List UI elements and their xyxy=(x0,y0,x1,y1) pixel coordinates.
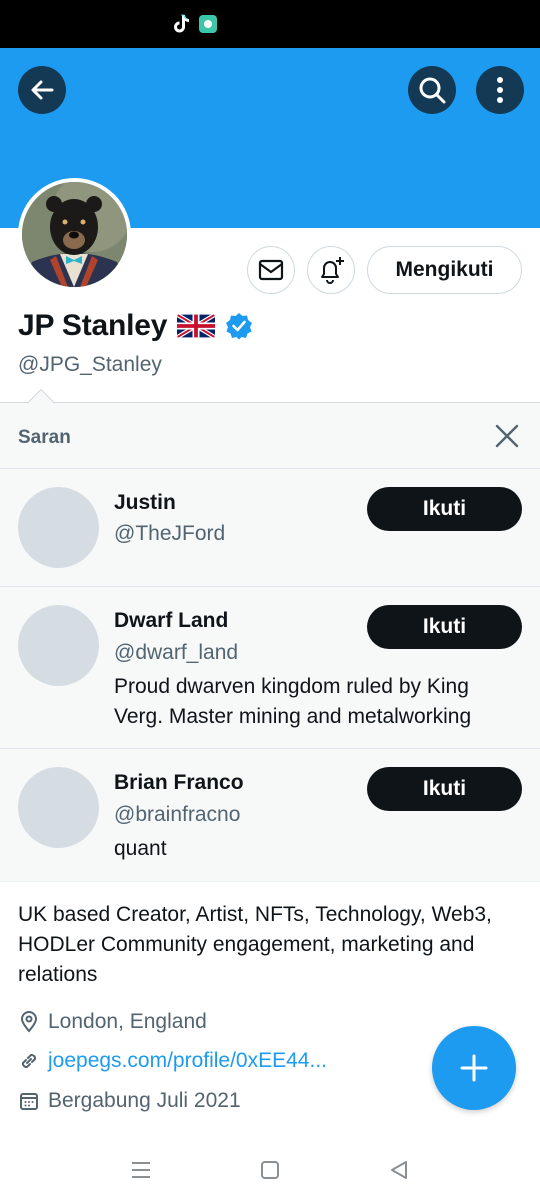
suggestion-bio-brian-franco: quant xyxy=(114,837,167,860)
menu-lines-icon xyxy=(132,1162,150,1178)
uk-flag-icon xyxy=(177,314,216,338)
suggestion-name-dwarf-land[interactable]: Dwarf Land xyxy=(114,609,228,633)
suggestions-title: Saran xyxy=(18,427,71,448)
profile-bio: UK based Creator, Artist, NFTs, Technolo… xyxy=(18,903,492,986)
tiktok-icon xyxy=(174,14,189,33)
home-square-icon xyxy=(261,1161,279,1179)
search-button[interactable] xyxy=(408,66,456,114)
suggestions-header: Saran xyxy=(0,403,540,469)
back-arrow-icon xyxy=(31,80,54,100)
compose-button[interactable] xyxy=(432,1026,516,1110)
joined-text: Bergabung Juli 2021 xyxy=(48,1089,241,1112)
location-pin-icon xyxy=(18,1011,40,1033)
divider xyxy=(0,748,540,749)
link-icon xyxy=(18,1050,40,1072)
profile-handle: @JPG_Stanley xyxy=(18,353,162,376)
plus-icon xyxy=(460,1054,488,1082)
app-notification-icon xyxy=(199,15,217,33)
divider xyxy=(0,586,540,587)
joined-row: Bergabung Juli 2021 xyxy=(18,1086,241,1116)
back-button[interactable] xyxy=(18,66,66,114)
suggestion-avatar-justin[interactable] xyxy=(18,487,99,568)
suggestion-handle-brian-franco: @brainfracno xyxy=(114,803,241,826)
system-back-button[interactable] xyxy=(387,1158,411,1182)
follow-button-justin[interactable]: Ikuti xyxy=(367,487,522,531)
notification-button[interactable] xyxy=(307,246,355,294)
search-icon xyxy=(419,77,446,104)
triangle-back-icon xyxy=(391,1161,407,1179)
location-row: London, England xyxy=(18,1007,207,1037)
profile-name-row: JP Stanley xyxy=(18,306,253,346)
close-suggestions-button[interactable] xyxy=(492,421,522,451)
message-button[interactable] xyxy=(247,246,295,294)
suggestion-name-brian-franco[interactable]: Brian Franco xyxy=(114,771,244,795)
mail-icon xyxy=(258,259,284,281)
suggestion-name-justin[interactable]: Justin xyxy=(114,491,176,515)
website-row[interactable]: joepegs.com/profile/0xEE44... xyxy=(18,1046,327,1076)
follow-button-brian-franco[interactable]: Ikuti xyxy=(367,767,522,811)
calendar-icon xyxy=(18,1090,40,1112)
website-link[interactable]: joepegs.com/profile/0xEE44... xyxy=(48,1049,327,1073)
home-button[interactable] xyxy=(258,1158,282,1182)
profile-avatar[interactable] xyxy=(18,178,131,291)
location-text: London, England xyxy=(48,1010,207,1033)
suggestion-bio-dwarf-land: Proud dwarven kingdom ruled by King Verg… xyxy=(114,675,472,728)
recent-apps-button[interactable] xyxy=(129,1158,153,1182)
more-options-button[interactable] xyxy=(476,66,524,114)
status-bar xyxy=(0,0,540,48)
verified-badge-icon xyxy=(226,313,253,340)
suggestion-handle-justin: @TheJFord xyxy=(114,522,226,545)
system-nav-bar xyxy=(0,1140,540,1200)
suggestion-avatar-dwarf-land[interactable] xyxy=(18,605,99,686)
suggestion-avatar-brian-franco[interactable] xyxy=(18,767,99,848)
more-vertical-icon xyxy=(497,77,503,103)
close-icon xyxy=(495,424,519,448)
follow-button-dwarf-land[interactable]: Ikuti xyxy=(367,605,522,649)
bell-plus-icon xyxy=(321,257,344,284)
display-name: JP Stanley xyxy=(18,309,168,342)
bear-avatar-image xyxy=(22,182,127,287)
following-button[interactable]: Mengikuti xyxy=(367,246,522,294)
suggestion-handle-dwarf-land: @dwarf_land xyxy=(114,641,239,664)
